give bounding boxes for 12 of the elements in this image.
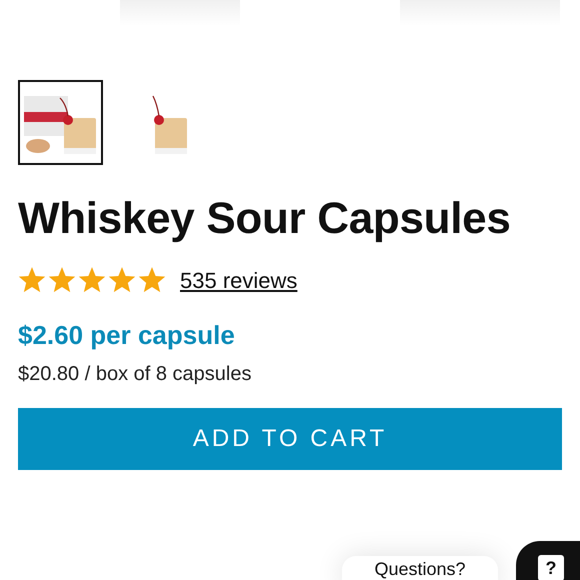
unit-price: $2.60 per capsule bbox=[18, 320, 236, 351]
box-price: $20.80 / box of 8 capsules bbox=[18, 363, 252, 386]
questions-button[interactable]: Questions? bbox=[342, 556, 498, 580]
product-title: Whiskey Sour Capsules bbox=[18, 193, 512, 245]
star-icon bbox=[108, 267, 136, 294]
star-icon bbox=[78, 267, 106, 294]
reviews-link[interactable]: 535 reviews bbox=[180, 268, 298, 294]
star-icon bbox=[138, 267, 166, 294]
chat-button[interactable]: ? bbox=[516, 541, 580, 580]
star-icon bbox=[48, 267, 76, 294]
add-to-cart-button[interactable]: ADD TO CART bbox=[18, 408, 562, 470]
star-icon bbox=[18, 267, 46, 294]
